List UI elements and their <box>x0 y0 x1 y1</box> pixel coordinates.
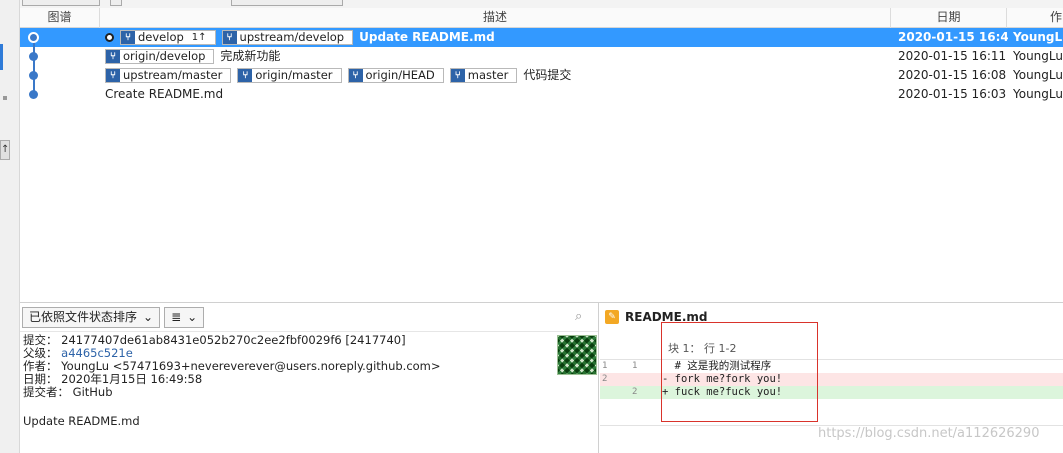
branch-icon: ⑂ <box>348 69 363 82</box>
branch-label: upstream/develop <box>239 30 345 44</box>
author-value: YoungLu <57471693+nevereverever@users.no… <box>61 359 441 373</box>
branch-label: origin/develop <box>123 49 206 63</box>
committer-value: GitHub <box>72 385 113 399</box>
graph-line <box>33 38 35 96</box>
branch-icon: ⑂ <box>450 69 465 82</box>
chevron-down-icon: ⌄ <box>143 309 154 324</box>
branch-tag[interactable]: ⑂ develop 1↑ <box>120 30 216 45</box>
parent-link[interactable]: a4465c521e <box>61 346 133 360</box>
new-line-number: 2 <box>632 387 638 397</box>
ahead-count: 1↑ <box>191 32 207 43</box>
commit-author: YoungLu <box>1013 87 1063 101</box>
committer-key: 提交者： <box>23 385 69 399</box>
parent-key: 父级： <box>23 346 58 360</box>
branch-tag[interactable]: ⑂ origin/develop <box>105 49 215 64</box>
branch-label: develop <box>138 30 184 44</box>
commit-description: ⑂ origin/develop 完成新功能 <box>105 47 885 66</box>
branch-label: upstream/master <box>123 68 223 82</box>
branch-label: origin/HEAD <box>365 68 435 82</box>
chevron-down-icon: ⌄ <box>187 309 198 324</box>
branch-label: master <box>467 68 509 82</box>
commit-date: 2020-01-15 16:08 <box>898 68 1007 82</box>
current-branch-icon <box>105 33 114 42</box>
branch-icon: ⑂ <box>106 50 120 63</box>
branch-label: origin/master <box>255 68 333 82</box>
sort-label: 已依照文件状态排序 <box>29 309 138 324</box>
commit-date: 2020-01-15 16:03 <box>898 87 1007 101</box>
commit-date: 2020-01-15 16:49 <box>898 30 1008 44</box>
sort-dropdown[interactable]: 已依照文件状态排序 ⌄ <box>22 306 161 328</box>
date-key: 日期： <box>23 372 58 386</box>
commit-details-pane: 已依照文件状态排序 ⌄ ≣ ⌄ ⌕ 提交： 24177407de61ab8431… <box>20 303 599 453</box>
commit-message: 完成新功能 <box>220 49 281 63</box>
commit-author: YoungLu <box>1013 68 1063 82</box>
commit-row[interactable]: ⑂ develop 1↑ ⑂ upstream/develop Update R… <box>20 28 1063 47</box>
modified-file-icon: ✎ <box>605 310 619 324</box>
commit-hash: 24177407de61ab8431e052b270c2ee2fbf0029f6… <box>61 333 406 347</box>
top-toolbar <box>20 0 1063 8</box>
header-description[interactable]: 描述 <box>100 8 891 28</box>
toolbar-dropdown-branches[interactable] <box>22 0 100 6</box>
date-value: 2020年1月15日 16:49:58 <box>61 372 203 386</box>
left-sidebar: ↑ <box>0 0 20 453</box>
scroll-up-icon[interactable]: ↑ <box>0 140 10 160</box>
commit-date: 2020-01-15 16:11 <box>898 49 1007 63</box>
commit-description: ⑂ develop 1↑ ⑂ upstream/develop Update R… <box>105 28 885 47</box>
branch-icon: ⑂ <box>121 31 135 44</box>
commit-message: Create README.md <box>105 87 224 101</box>
sidebar-selected-marker <box>0 44 3 70</box>
commit-full-message: Update README.md <box>23 414 140 428</box>
header-author[interactable]: 作 <box>1007 8 1063 28</box>
branch-icon: ⑂ <box>238 69 253 82</box>
branch-tag[interactable]: ⑂ origin/master <box>237 68 342 83</box>
branch-tag[interactable]: ⑂ upstream/master <box>105 68 232 83</box>
search-icon[interactable]: ⌕ <box>575 309 589 324</box>
list-view-icon: ≣ <box>171 309 182 324</box>
author-key: 作者： <box>23 359 58 373</box>
commit-info: 提交： 24177407de61ab8431e052b270c2ee2fbf00… <box>23 334 441 399</box>
old-line-number: 1 <box>602 361 608 371</box>
old-line-number: 2 <box>602 374 608 384</box>
divider <box>20 331 598 332</box>
commit-message: Update README.md <box>359 30 495 44</box>
graph-node-head[interactable] <box>28 32 39 43</box>
branch-icon: ⑂ <box>222 31 237 44</box>
toolbar-checkbox[interactable] <box>110 0 122 6</box>
highlight-annotation-box <box>661 322 818 422</box>
graph-node[interactable] <box>29 52 38 61</box>
commit-description: ⑂ upstream/master ⑂ origin/master ⑂ orig… <box>105 66 885 85</box>
avatar <box>557 335 597 375</box>
graph-node[interactable] <box>29 90 38 99</box>
branch-icon: ⑂ <box>106 69 120 82</box>
header-graph[interactable]: 图谱 <box>20 8 100 28</box>
branch-tag[interactable]: ⑂ master <box>449 68 518 83</box>
commit-message: 代码提交 <box>523 68 572 82</box>
commit-row[interactable]: ⑂ upstream/master ⑂ origin/master ⑂ orig… <box>20 66 1063 85</box>
commit-row[interactable]: Create README.md 2020-01-15 16:03 YoungL… <box>20 85 1063 104</box>
commit-row[interactable]: ⑂ origin/develop 完成新功能 2020-01-15 16:11 … <box>20 47 1063 66</box>
header-date[interactable]: 日期 <box>891 8 1007 28</box>
details-toolbar: 已依照文件状态排序 ⌄ ≣ ⌄ <box>22 306 208 328</box>
commit-description: Create README.md <box>105 85 885 104</box>
view-mode-dropdown[interactable]: ≣ ⌄ <box>164 306 205 328</box>
watermark: https://blog.csdn.net/a112626290 <box>818 426 1040 441</box>
branch-tag[interactable]: ⑂ upstream/develop <box>221 30 354 45</box>
toolbar-dropdown-order[interactable] <box>231 0 343 6</box>
commit-key: 提交： <box>23 333 58 347</box>
commit-author: YoungLu <box>1013 49 1063 63</box>
graph-node[interactable] <box>29 71 38 80</box>
commit-author: YoungLu <box>1013 30 1063 44</box>
branch-tag[interactable]: ⑂ origin/HEAD <box>347 68 444 83</box>
new-line-number: 1 <box>632 361 638 371</box>
sidebar-mark <box>3 96 7 100</box>
commit-list-header: 图谱 描述 日期 作 <box>20 8 1063 28</box>
